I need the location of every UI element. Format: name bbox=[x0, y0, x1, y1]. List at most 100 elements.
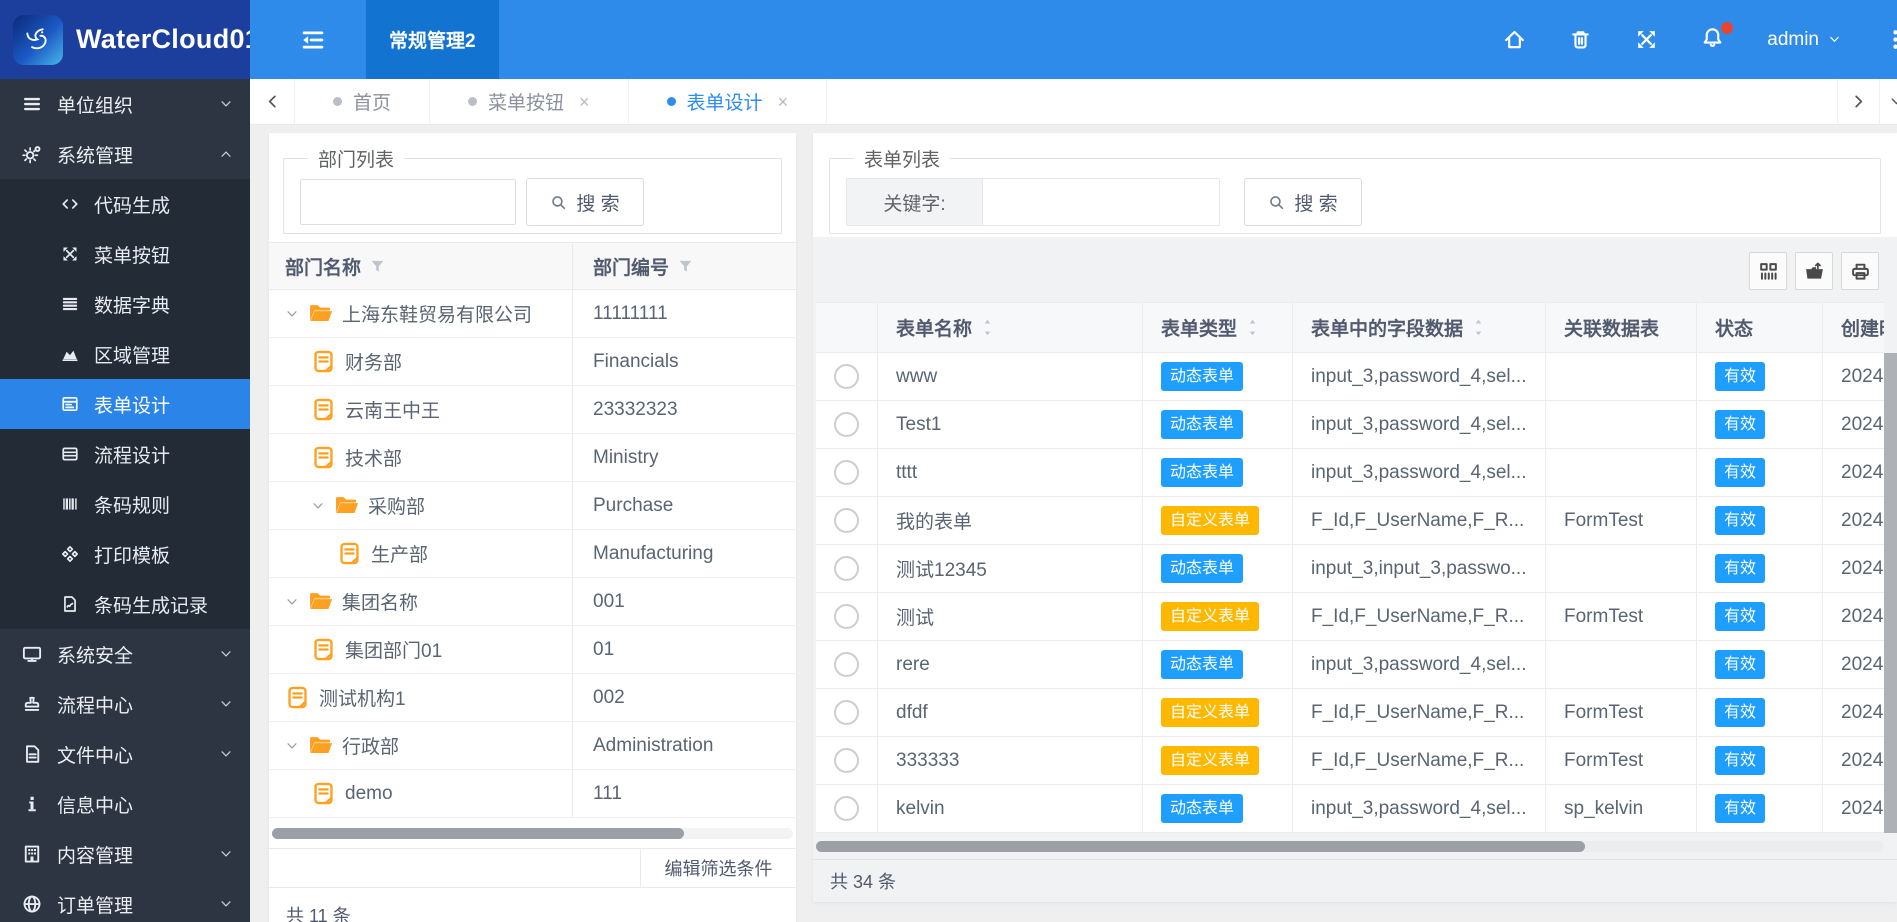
radio-button[interactable] bbox=[834, 556, 859, 581]
scrollbar-thumb[interactable] bbox=[816, 841, 1585, 852]
sidebar-item-flow-design[interactable]: 流程设计 bbox=[0, 429, 250, 479]
notifications-button[interactable] bbox=[1701, 21, 1734, 54]
radio-button[interactable] bbox=[834, 796, 859, 821]
created-time: 2024-0 bbox=[1841, 653, 1884, 675]
tab-close-icon[interactable]: × bbox=[778, 93, 789, 111]
tabs-scroll-right-button[interactable] bbox=[1837, 79, 1879, 124]
file-icon bbox=[22, 744, 42, 764]
form-name: dfdf bbox=[878, 689, 1143, 736]
tab-label: 菜单按钮 bbox=[488, 93, 565, 114]
radio-button[interactable] bbox=[834, 412, 859, 437]
created-time: 2024-0 bbox=[1841, 365, 1884, 387]
column-header-dept-code[interactable]: 部门编号 bbox=[573, 243, 796, 289]
sidebar-item-file-center[interactable]: 文件中心 bbox=[0, 729, 250, 779]
keyword-input[interactable] bbox=[983, 179, 1219, 225]
form-row[interactable]: www 动态表单 input_3,password_4,sel... 有效 2024-0 bbox=[816, 353, 1884, 401]
sidebar-item-org[interactable]: 单位组织 bbox=[0, 79, 250, 129]
tabs-scroll-left-button[interactable] bbox=[250, 79, 295, 124]
tab-form-design[interactable]: 表单设计 × bbox=[629, 79, 828, 124]
sidebar-item-code-gen[interactable]: 代码生成 bbox=[0, 179, 250, 229]
form-row[interactable]: Test1 动态表单 input_3,password_4,sel... 有效 2024… bbox=[816, 401, 1884, 449]
department-row[interactable]: demo 111 bbox=[269, 770, 796, 818]
sidebar-collapse-icon[interactable] bbox=[300, 27, 326, 53]
department-row[interactable]: 集团部门01 01 bbox=[269, 626, 796, 674]
print-button[interactable] bbox=[1841, 252, 1879, 290]
sidebar-item-label: 代码生成 bbox=[94, 195, 171, 217]
fullscreen-icon[interactable] bbox=[1635, 28, 1658, 51]
radio-button[interactable] bbox=[834, 460, 859, 485]
sidebar-item-region[interactable]: 区域管理 bbox=[0, 329, 250, 379]
vertical-scrollbar[interactable] bbox=[1884, 353, 1897, 833]
sidebar-item-menu-button[interactable]: 菜单按钮 bbox=[0, 229, 250, 279]
department-row[interactable]: 财务部 Financials bbox=[269, 338, 796, 386]
column-header-form-fields[interactable]: 表单中的字段数据 bbox=[1293, 303, 1546, 352]
sidebar-item-data-dict[interactable]: 数据字典 bbox=[0, 279, 250, 329]
department-search-input[interactable] bbox=[300, 179, 516, 225]
chevron-down-icon bbox=[219, 97, 233, 111]
trash-icon[interactable] bbox=[1569, 28, 1592, 51]
toggle-columns-button[interactable] bbox=[1749, 252, 1787, 290]
radio-button[interactable] bbox=[834, 700, 859, 725]
radio-button[interactable] bbox=[834, 364, 859, 389]
form-row[interactable]: 我的表单 自定义表单 F_Id,F_UserName,F_R... FormTest 有… bbox=[816, 497, 1884, 545]
column-header-dept-name[interactable]: 部门名称 bbox=[269, 243, 573, 289]
form-row[interactable]: kelvin 动态表单 input_3,password_4,sel... sp_ke… bbox=[816, 785, 1884, 833]
export-button[interactable] bbox=[1795, 252, 1833, 290]
sidebar-item-barcode-rule[interactable]: 条码规则 bbox=[0, 479, 250, 529]
tab-close-icon[interactable]: × bbox=[579, 93, 590, 111]
form-row[interactable]: rere 动态表单 input_3,password_4,sel... 有效 2024-… bbox=[816, 641, 1884, 689]
department-search-button[interactable]: 搜 索 bbox=[526, 178, 644, 226]
sidebar-item-security[interactable]: 系统安全 bbox=[0, 629, 250, 679]
arrows-icon bbox=[61, 245, 79, 263]
home-icon[interactable] bbox=[1503, 28, 1526, 51]
dept-code: Financials bbox=[593, 350, 679, 372]
radio-button[interactable] bbox=[834, 748, 859, 773]
department-row[interactable]: 集团名称 001 bbox=[269, 578, 796, 626]
form-search-button[interactable]: 搜 索 bbox=[1244, 178, 1362, 226]
department-row[interactable]: 云南王中王 23332323 bbox=[269, 386, 796, 434]
sidebar-item-system[interactable]: 系统管理 bbox=[0, 129, 250, 179]
tab-home[interactable]: 首页 bbox=[295, 79, 431, 124]
sidebar-item-flow-center[interactable]: 流程中心 bbox=[0, 679, 250, 729]
filter-icon[interactable] bbox=[678, 259, 693, 274]
sidebar-item-info-center[interactable]: 信息中心 bbox=[0, 779, 250, 829]
department-row[interactable]: 上海东鞋贸易有限公司 11111111 bbox=[269, 290, 796, 338]
form-row[interactable]: 测试 自定义表单 F_Id,F_UserName,F_R... FormTest 有效 2… bbox=[816, 593, 1884, 641]
tabs-dropdown-button[interactable] bbox=[1879, 79, 1897, 124]
form-row[interactable]: tttt 动态表单 input_3,password_4,sel... 有效 2024-… bbox=[816, 449, 1884, 497]
column-header-form-name[interactable]: 表单名称 bbox=[878, 303, 1143, 352]
tree-expander-icon bbox=[285, 739, 299, 753]
column-header-form-type[interactable]: 表单类型 bbox=[1143, 303, 1293, 352]
department-row[interactable]: 生产部 Manufacturing bbox=[269, 530, 796, 578]
tab-menu-button[interactable]: 菜单按钮 × bbox=[430, 79, 629, 124]
sidebar-item-order-mgmt[interactable]: 订单管理 bbox=[0, 879, 250, 922]
form-row[interactable]: 333333 自定义表单 F_Id,F_UserName,F_R... FormTes… bbox=[816, 737, 1884, 785]
filter-icon[interactable] bbox=[370, 259, 385, 274]
sidebar-item-content-mgmt[interactable]: 内容管理 bbox=[0, 829, 250, 879]
form-table: 表单名称 表单类型 表单中的字段数据 关联数据表 状态 创建 www 动态表单 … bbox=[816, 302, 1884, 833]
sort-icon[interactable] bbox=[981, 317, 994, 338]
department-row[interactable]: 测试机构1 002 bbox=[269, 674, 796, 722]
department-row[interactable]: 行政部 Administration bbox=[269, 722, 796, 770]
department-row[interactable]: 采购部 Purchase bbox=[269, 482, 796, 530]
top-tab-general-management[interactable]: 常规管理2 bbox=[366, 0, 499, 79]
sidebar-item-print-template[interactable]: 打印模板 bbox=[0, 529, 250, 579]
sort-icon[interactable] bbox=[1472, 317, 1485, 338]
sidebar-item-form-design[interactable]: 表单设计 bbox=[0, 379, 250, 429]
form-type-badge: 动态表单 bbox=[1161, 649, 1244, 680]
department-row[interactable]: 技术部 Ministry bbox=[269, 434, 796, 482]
scrollbar-thumb[interactable] bbox=[272, 828, 684, 839]
sidebar-item-barcode-log[interactable]: 条码生成记录 bbox=[0, 579, 250, 629]
related-table: FormTest bbox=[1546, 689, 1697, 736]
more-options-icon[interactable] bbox=[1884, 28, 1897, 51]
user-menu[interactable]: admin bbox=[1767, 29, 1841, 51]
form-type-badge: 自定义表单 bbox=[1161, 601, 1260, 632]
edit-filter-conditions-link[interactable]: 编辑筛选条件 bbox=[640, 849, 796, 887]
sort-icon[interactable] bbox=[1246, 317, 1259, 338]
form-type-cell: 自定义表单 bbox=[1143, 497, 1293, 544]
radio-button[interactable] bbox=[834, 508, 859, 533]
radio-button[interactable] bbox=[834, 604, 859, 629]
form-row[interactable]: dfdf 自定义表单 F_Id,F_UserName,F_R... FormTest 有… bbox=[816, 689, 1884, 737]
form-row[interactable]: 测试12345 动态表单 input_3,input_3,passwo... 有效 20… bbox=[816, 545, 1884, 593]
radio-button[interactable] bbox=[834, 652, 859, 677]
